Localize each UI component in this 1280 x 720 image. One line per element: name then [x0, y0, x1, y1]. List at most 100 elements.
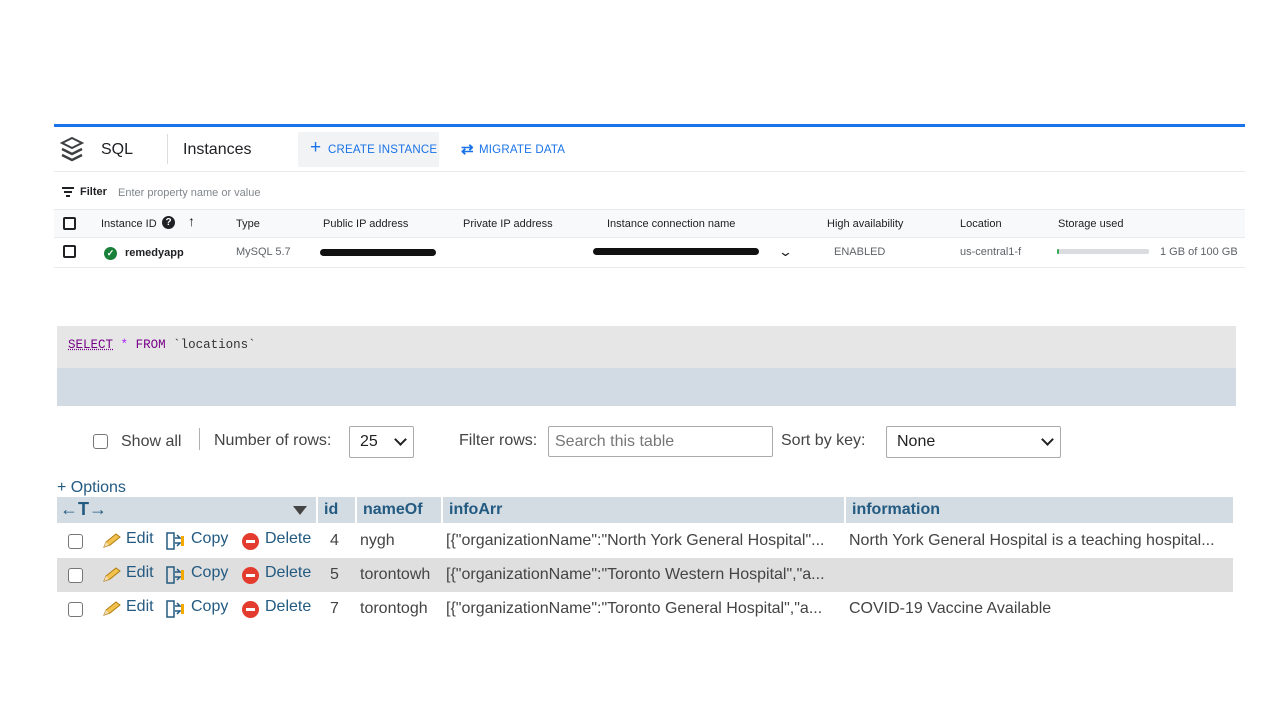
filter-icon[interactable]: [62, 187, 74, 197]
sort-key-label: Sort by key:: [781, 432, 866, 449]
options-link[interactable]: + Options: [57, 479, 126, 497]
table-row: Edit Copy Delete 7 torontogh [{"organiza…: [57, 592, 1233, 626]
instance-id-link[interactable]: remedyapp: [125, 247, 184, 259]
actions-header: ←T→: [57, 497, 316, 523]
results-table-header: ←T→ id nameOf infoArr information: [57, 497, 1233, 523]
controls-separator: [199, 428, 200, 450]
row-checkbox[interactable]: [63, 245, 76, 258]
cloud-sql-panel: SQL Instances + CREATE INSTANCE ⇄ MIGRAT…: [54, 124, 1245, 268]
row-checkbox[interactable]: [68, 568, 83, 583]
column-resize-arrows[interactable]: ←T→: [57, 497, 107, 523]
edit-link[interactable]: Edit: [126, 564, 154, 582]
cell-id: 7: [330, 600, 339, 617]
sort-up-arrow-icon[interactable]: ↑: [188, 213, 195, 229]
instance-location: us-central1-f: [960, 246, 1022, 258]
col-private-ip[interactable]: Private IP address: [463, 218, 553, 230]
migrate-data-button[interactable]: ⇄ MIGRATE DATA: [458, 132, 588, 167]
product-name[interactable]: SQL: [101, 141, 133, 159]
migrate-arrows-icon: ⇄: [461, 141, 474, 158]
sort-key-value: None: [897, 433, 936, 450]
edit-link[interactable]: Edit: [126, 598, 154, 616]
show-all-checkbox[interactable]: [93, 434, 108, 449]
instance-row: ✓ remedyapp MySQL 5.7 ⌄ ENABLED us-centr…: [54, 238, 1245, 268]
pencil-icon: [103, 533, 121, 548]
copy-icon: [166, 600, 184, 618]
delete-icon: [242, 601, 259, 618]
sql-keyword-from: FROM: [135, 338, 166, 352]
pencil-icon: [103, 567, 121, 582]
delete-icon: [242, 533, 259, 550]
copy-link[interactable]: Copy: [191, 598, 228, 616]
delete-link[interactable]: Delete: [265, 530, 311, 548]
pencil-icon: [103, 601, 121, 616]
row-checkbox[interactable]: [68, 534, 83, 549]
sql-stack-icon: [60, 136, 84, 162]
sql-query-text: SELECT * FROM `locations`: [68, 338, 256, 352]
copy-icon: [166, 532, 184, 550]
table-row: Edit Copy Delete 5 torontowh [{"organiza…: [57, 558, 1233, 592]
col-instance-id[interactable]: Instance ID: [101, 218, 157, 230]
query-result-band: [57, 368, 1236, 406]
rows-select[interactable]: 25: [349, 426, 414, 458]
delete-link[interactable]: Delete: [265, 564, 311, 582]
copy-icon: [166, 566, 184, 584]
create-instance-label: CREATE INSTANCE: [328, 144, 438, 156]
toolbar-divider: [167, 134, 168, 164]
page-title: Instances: [183, 141, 252, 158]
cell-infoarr: [{"organizationName":"North York General…: [446, 532, 825, 549]
create-instance-button[interactable]: + CREATE INSTANCE: [298, 132, 439, 167]
chevron-down-icon[interactable]: ⌄: [778, 244, 793, 260]
col-infoarr[interactable]: infoArr: [443, 497, 844, 523]
search-input[interactable]: [548, 426, 773, 457]
col-information[interactable]: information: [846, 497, 1233, 523]
cell-nameof: nygh: [360, 532, 395, 549]
high-availability-status: ENABLED: [834, 246, 886, 258]
delete-link[interactable]: Delete: [265, 598, 311, 616]
sql-query-box[interactable]: SELECT * FROM `locations`: [57, 326, 1236, 368]
sort-triangle-icon[interactable]: [293, 506, 307, 515]
filter-label: Filter: [80, 186, 107, 198]
plus-icon: +: [310, 137, 322, 158]
filter-input[interactable]: [118, 182, 418, 204]
table-row: Edit Copy Delete 4 nygh [{"organizationN…: [57, 524, 1233, 558]
select-all-checkbox[interactable]: [63, 217, 76, 230]
redacted-public-ip: [320, 249, 436, 256]
col-id[interactable]: id: [318, 497, 355, 523]
sql-table-name: `locations`: [173, 338, 256, 352]
cell-nameof: torontogh: [360, 600, 428, 617]
help-icon[interactable]: ?: [162, 216, 175, 229]
instance-type: MySQL 5.7: [236, 246, 291, 258]
cell-infoarr: [{"organizationName":"Toronto Western Ho…: [446, 566, 825, 583]
col-public-ip[interactable]: Public IP address: [323, 218, 408, 230]
filter-rows-label: Filter rows:: [459, 432, 538, 449]
row-checkbox[interactable]: [68, 602, 83, 617]
edit-link[interactable]: Edit: [126, 530, 154, 548]
chevron-down-icon: [394, 433, 407, 446]
col-connection-name[interactable]: Instance connection name: [607, 218, 735, 230]
cell-id: 4: [330, 532, 339, 549]
copy-link[interactable]: Copy: [191, 564, 228, 582]
rows-select-value: 25: [360, 433, 378, 450]
top-toolbar: SQL Instances + CREATE INSTANCE ⇄ MIGRAT…: [54, 127, 1245, 172]
cell-nameof: torontowh: [360, 566, 431, 583]
cell-information: North York General Hospital is a teachin…: [849, 532, 1215, 549]
cell-information: COVID-19 Vaccine Available: [849, 600, 1052, 617]
col-storage-used[interactable]: Storage used: [1058, 218, 1123, 230]
migrate-data-label: MIGRATE DATA: [479, 144, 566, 156]
cell-id: 5: [330, 566, 339, 583]
sql-keyword-select[interactable]: SELECT: [68, 338, 113, 352]
storage-usage-text: 1 GB of 100 GB: [1160, 246, 1238, 258]
instances-table-header: Instance ID ? ↑ Type Public IP address P…: [54, 210, 1245, 238]
col-high-availability[interactable]: High availability: [827, 218, 903, 230]
check-circle-icon: ✓: [104, 247, 117, 260]
redacted-connection-name: [593, 248, 759, 255]
col-type[interactable]: Type: [236, 218, 260, 230]
col-location[interactable]: Location: [960, 218, 1002, 230]
show-all-label[interactable]: Show all: [121, 433, 181, 451]
storage-usage-bar: [1057, 249, 1149, 254]
copy-link[interactable]: Copy: [191, 530, 228, 548]
col-nameof[interactable]: nameOf: [357, 497, 441, 523]
sort-key-select[interactable]: None: [886, 426, 1061, 458]
sql-star: *: [120, 338, 129, 352]
chevron-down-icon: [1041, 433, 1054, 446]
